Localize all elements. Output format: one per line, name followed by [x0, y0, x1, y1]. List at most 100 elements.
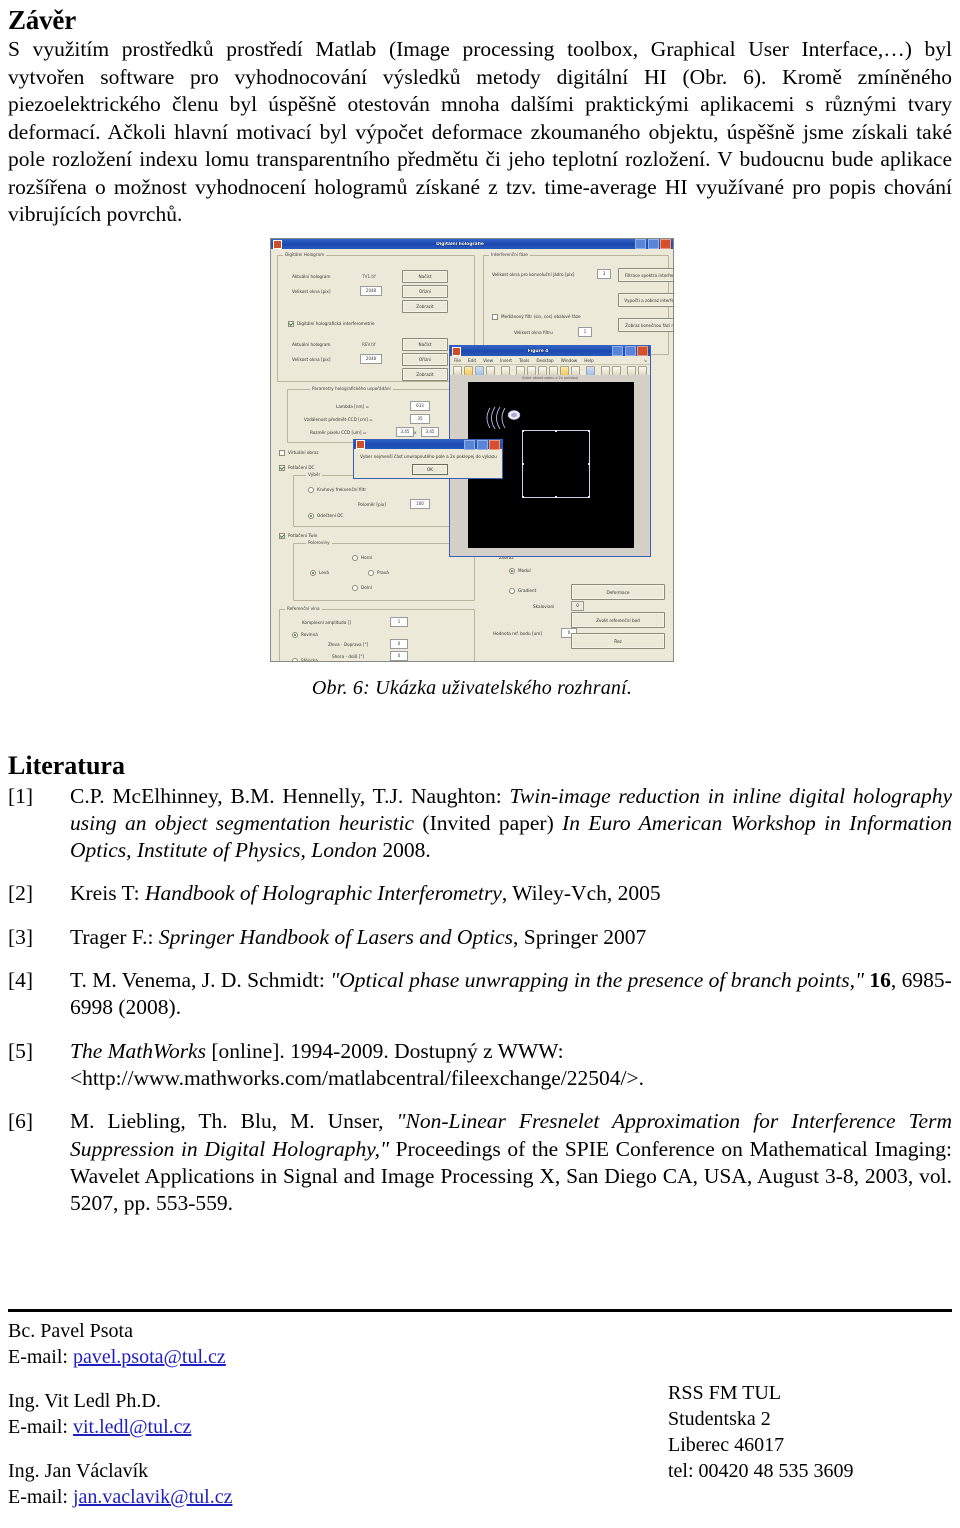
- window-controls: [635, 239, 671, 249]
- pan-icon[interactable]: [538, 366, 547, 376]
- matlab-icon: [356, 440, 365, 449]
- radio-circular-filter[interactable]: Kruhový frekvenční filtr: [308, 486, 366, 493]
- pointer-icon[interactable]: [501, 366, 510, 376]
- button-deformation[interactable]: Deformace: [571, 584, 665, 600]
- label-current-hologram-2: Aktuální hologram: [292, 342, 330, 347]
- show-plot-tools-icon[interactable]: [638, 366, 647, 376]
- input-radius[interactable]: 100: [410, 499, 430, 509]
- email-link[interactable]: pavel.psota@tul.cz: [73, 1346, 226, 1368]
- brush-icon[interactable]: [571, 366, 580, 376]
- button-display-hologram-2[interactable]: Zobrazit: [402, 368, 448, 381]
- input-conv-window[interactable]: 3: [597, 269, 611, 279]
- selection-handle[interactable]: [555, 430, 557, 432]
- minimize-icon[interactable]: [464, 440, 475, 450]
- input-distance[interactable]: 35: [410, 414, 430, 424]
- menu-help[interactable]: Help: [584, 358, 594, 363]
- radio-modulus[interactable]: Modul: [509, 567, 531, 574]
- selection-handle[interactable]: [522, 496, 524, 498]
- selection-handle[interactable]: [588, 430, 590, 432]
- link-plot-icon[interactable]: [586, 366, 595, 376]
- print-icon[interactable]: [486, 366, 495, 376]
- radio-half-top[interactable]: Horní: [352, 554, 372, 561]
- literature-title: Literatura: [8, 752, 952, 781]
- button-compute-phase[interactable]: Vypočti a zobraz interferenční fázi: [618, 293, 674, 307]
- menu-file[interactable]: File: [454, 358, 461, 363]
- radio-gradient[interactable]: Gradient: [509, 587, 536, 594]
- address-line: Liberec 46017: [668, 1432, 960, 1458]
- legend-icon[interactable]: [612, 366, 621, 376]
- close-icon[interactable]: [660, 239, 671, 249]
- email-link[interactable]: vit.ledl@tul.cz: [73, 1416, 191, 1438]
- radio-half-left[interactable]: Levá: [310, 569, 329, 576]
- email-link[interactable]: jan.vaclavik@tul.cz: [73, 1486, 232, 1508]
- input-pixel-size-y[interactable]: 3,45: [421, 427, 439, 437]
- button-crop-hologram-2[interactable]: Ořízni: [402, 353, 448, 366]
- close-icon[interactable]: [489, 440, 500, 450]
- close-icon[interactable]: [637, 346, 648, 356]
- menu-overflow-icon[interactable]: ↘: [643, 358, 647, 363]
- menu-desktop[interactable]: Desktop: [536, 358, 553, 363]
- author-block: Bc. Pavel Psota E-mail: pavel.psota@tul.…: [8, 1318, 528, 1370]
- document-page: Závěr S využitím prostředků prostředí Ma…: [0, 0, 960, 1513]
- checkbox-twin-suppression[interactable]: Potlačení Twin: [279, 532, 317, 539]
- dialog-ok-button[interactable]: OK: [412, 464, 448, 475]
- input-left-right[interactable]: 0: [390, 639, 408, 649]
- input-lambda[interactable]: 633: [410, 401, 430, 411]
- button-display-hologram[interactable]: Zobrazit: [402, 300, 448, 313]
- checkbox-median-filter[interactable]: Mediánový filtr (sin, cos) obalové fáze: [492, 313, 581, 320]
- input-window-size[interactable]: 2048: [360, 286, 382, 296]
- selection-handle[interactable]: [522, 430, 524, 432]
- group-reference-wave-title: Referenční vlna: [285, 606, 322, 611]
- footer-authors: Bc. Pavel Psota E-mail: pavel.psota@tul.…: [8, 1318, 528, 1528]
- maximize-icon[interactable]: [477, 440, 488, 450]
- zoom-out-icon[interactable]: [527, 366, 536, 376]
- selection-handle[interactable]: [588, 463, 590, 465]
- save-icon[interactable]: [475, 366, 484, 376]
- rotate-3d-icon[interactable]: [549, 366, 558, 376]
- input-scaling[interactable]: 0: [571, 601, 584, 611]
- menu-edit[interactable]: Edit: [468, 358, 476, 363]
- button-load-hologram[interactable]: Načíst: [402, 270, 448, 283]
- selection-handle[interactable]: [555, 496, 557, 498]
- input-median-window[interactable]: 1: [578, 327, 592, 337]
- hide-plot-tools-icon[interactable]: [627, 366, 636, 376]
- new-figure-icon[interactable]: [453, 366, 462, 376]
- label-ref-point-value: Hodnota ref. bodu [um]: [493, 631, 542, 636]
- maximize-icon[interactable]: [625, 346, 636, 356]
- checkbox-dc-suppression[interactable]: Potlačení DC: [279, 464, 315, 471]
- radio-plane-wave[interactable]: Rovinná: [292, 631, 318, 638]
- author-email-line: E-mail: pavel.psota@tul.cz: [8, 1344, 528, 1370]
- selection-rectangle[interactable]: [522, 430, 590, 498]
- menu-insert[interactable]: Insert: [500, 358, 512, 363]
- input-window-size-2[interactable]: 2048: [360, 354, 382, 364]
- radio-half-bottom[interactable]: Dolní: [352, 584, 372, 591]
- input-complex-amplitude[interactable]: 1: [390, 617, 408, 627]
- group-hologram-title: Digitální Hologram: [283, 252, 326, 257]
- button-load-hologram-2[interactable]: Načíst: [402, 338, 448, 351]
- menu-view[interactable]: View: [483, 358, 493, 363]
- menu-tools[interactable]: Tools: [519, 358, 529, 363]
- input-up-down[interactable]: 0: [390, 651, 408, 661]
- checkbox-virtual-image[interactable]: Virtuální obraz: [279, 449, 319, 456]
- input-pixel-size-x[interactable]: 3,45: [396, 427, 414, 437]
- button-filter-spectrum[interactable]: Filtrace spektra interferenční vlny: [618, 268, 674, 282]
- open-file-icon[interactable]: [464, 366, 473, 376]
- colorbar-icon[interactable]: [601, 366, 610, 376]
- maximize-icon[interactable]: [648, 239, 659, 249]
- button-crop-hologram[interactable]: Ořízni: [402, 285, 448, 298]
- button-select-ref-point[interactable]: Zvolit referenční bod: [571, 612, 665, 628]
- author-block: Ing. Vit Ledl Ph.D. E-mail: vit.ledl@tul…: [8, 1388, 528, 1440]
- radio-half-right[interactable]: Pravá: [368, 569, 389, 576]
- selection-handle[interactable]: [522, 463, 524, 465]
- button-final-phase[interactable]: Zobraz konečnou fázi modulo 2pi: [618, 318, 674, 332]
- minimize-icon[interactable]: [612, 346, 623, 356]
- selection-handle[interactable]: [588, 496, 590, 498]
- minimize-icon[interactable]: [635, 239, 646, 249]
- menu-window[interactable]: Window: [561, 358, 578, 363]
- zoom-in-icon[interactable]: [516, 366, 525, 376]
- button-cut[interactable]: Řez: [571, 633, 665, 649]
- radio-spherical-wave[interactable]: Sférická: [292, 657, 318, 662]
- data-cursor-icon[interactable]: [560, 366, 569, 376]
- radio-subtract-dc[interactable]: Odečtení DC: [308, 512, 343, 519]
- checkbox-interferometry[interactable]: Digitální holografická interferometrie: [288, 320, 375, 327]
